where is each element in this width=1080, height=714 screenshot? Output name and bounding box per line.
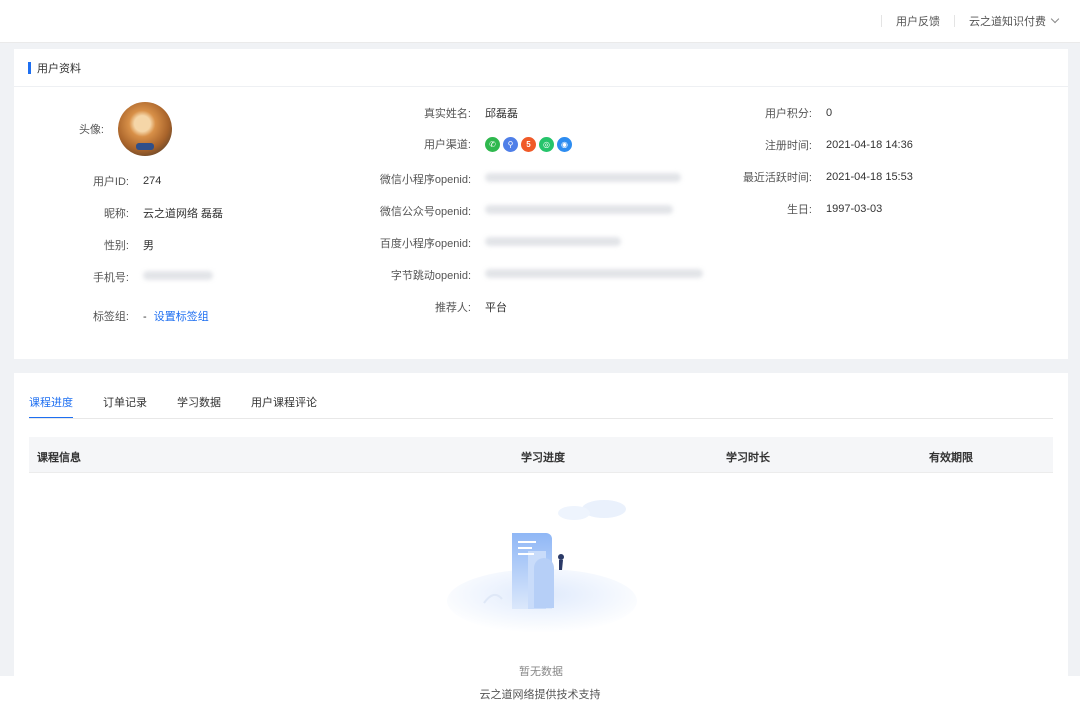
- section-accent-bar: [28, 61, 31, 74]
- footer: 云之道网络提供技术支持: [0, 676, 1080, 714]
- points-value: 0: [826, 107, 833, 119]
- tab-study-data[interactable]: 学习数据: [177, 394, 221, 419]
- baidu-openid-label: 百度小程序openid:: [379, 238, 471, 250]
- empty-state-illustration: [447, 500, 637, 633]
- column-header-progress: 学习进度: [521, 452, 565, 464]
- points-field: 用户积分: 0: [14, 105, 832, 121]
- tab-order-records[interactable]: 订单记录: [103, 394, 147, 419]
- bytedance-openid-field: 字节跳动openid:: [14, 267, 703, 283]
- last-active-label: 最近活跃时间:: [742, 172, 812, 184]
- company-label: 云之道知识付费: [969, 16, 1046, 28]
- section-header: 用户资料: [14, 49, 1068, 87]
- baidu-openid-field: 百度小程序openid:: [14, 235, 621, 251]
- column-header-duration: 学习时长: [726, 452, 770, 464]
- company-dropdown[interactable]: 云之道知识付费: [969, 13, 1060, 29]
- register-time-value: 2021-04-18 14:36: [826, 139, 913, 151]
- divider: [954, 15, 955, 27]
- top-bar: 用户反馈 云之道知识付费: [0, 0, 1080, 43]
- tab-course-progress[interactable]: 课程进度: [29, 394, 73, 419]
- last-active-field: 最近活跃时间: 2021-04-18 15:53: [14, 169, 913, 185]
- avatar-label: 头像:: [78, 124, 104, 136]
- birthday-label: 生日:: [786, 204, 812, 216]
- register-time-field: 注册时间: 2021-04-18 14:36: [14, 137, 913, 153]
- baidu-openid-redacted: [485, 237, 621, 246]
- user-profile-card: 用户资料 头像: 用户ID: 274 昵称: 云之道网络 磊磊 性别: 男 手机…: [14, 49, 1068, 359]
- points-label: 用户积分:: [764, 108, 812, 120]
- referrer-field: 推荐人: 平台: [14, 299, 507, 315]
- referrer-value: 平台: [485, 302, 507, 314]
- divider: [881, 15, 882, 27]
- course-card: 课程进度 订单记录 学习数据 用户课程评论 课程信息 学习进度 学习时长 有效期…: [14, 373, 1068, 678]
- chevron-down-icon: [1050, 14, 1060, 24]
- tab-bar: 课程进度 订单记录 学习数据 用户课程评论: [29, 394, 347, 419]
- referrer-label: 推荐人:: [434, 302, 471, 314]
- bytedance-openid-redacted: [485, 269, 703, 278]
- tab-course-comments[interactable]: 用户课程评论: [251, 394, 317, 419]
- table-header: 课程信息 学习进度 学习时长 有效期限: [29, 437, 1053, 473]
- tab-divider: [29, 418, 1053, 419]
- section-title: 用户资料: [37, 62, 81, 75]
- footer-text: 云之道网络提供技术支持: [479, 689, 601, 701]
- last-active-value: 2021-04-18 15:53: [826, 171, 913, 183]
- birthday-field: 生日: 1997-03-03: [14, 201, 882, 217]
- column-header-validity: 有效期限: [929, 452, 973, 464]
- birthday-value: 1997-03-03: [826, 203, 883, 215]
- bytedance-openid-label: 字节跳动openid:: [390, 270, 471, 282]
- column-header-course-info: 课程信息: [37, 452, 81, 464]
- register-time-label: 注册时间:: [764, 140, 812, 152]
- feedback-link[interactable]: 用户反馈: [896, 13, 940, 29]
